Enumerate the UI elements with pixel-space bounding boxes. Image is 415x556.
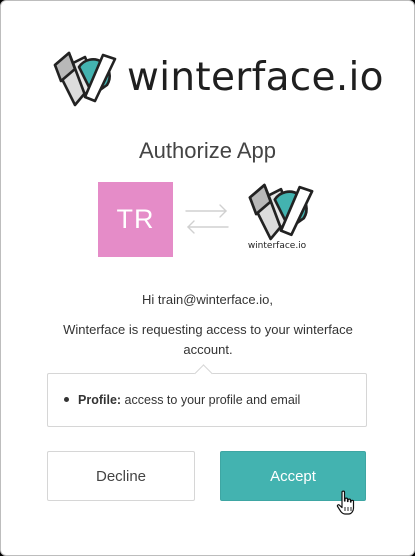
app-name: winterface.io [247,241,307,251]
swap-arrows-icon [185,204,229,234]
winterface-logo-icon [53,51,117,107]
scope-description: access to your profile and email [124,393,301,407]
hand-pointer-icon [336,490,355,515]
page-title: Authorize App [139,138,276,163]
brand-name: winterface.io [127,55,384,100]
scope-list: Profile: access to your profile and emai… [47,364,367,427]
user-avatar: TR [98,182,173,257]
user-initials: TR [116,204,155,234]
scope-list-caret [194,364,213,383]
app-logo: winterface.io [238,183,316,255]
greeting-text: Hi train@winterface.io, [142,292,273,307]
authorize-dialog: winterface.io Authorize App TR winterfac… [0,0,415,556]
brand-header: winterface.io [53,51,384,111]
decline-button[interactable]: Decline [47,451,195,501]
request-text: Winterface is requesting access to your … [63,322,353,357]
bullet-icon [64,397,69,403]
scope-item: Profile: access to your profile and emai… [64,392,300,408]
scope-name: Profile: [78,393,122,407]
winterface-logo-icon [248,183,314,241]
